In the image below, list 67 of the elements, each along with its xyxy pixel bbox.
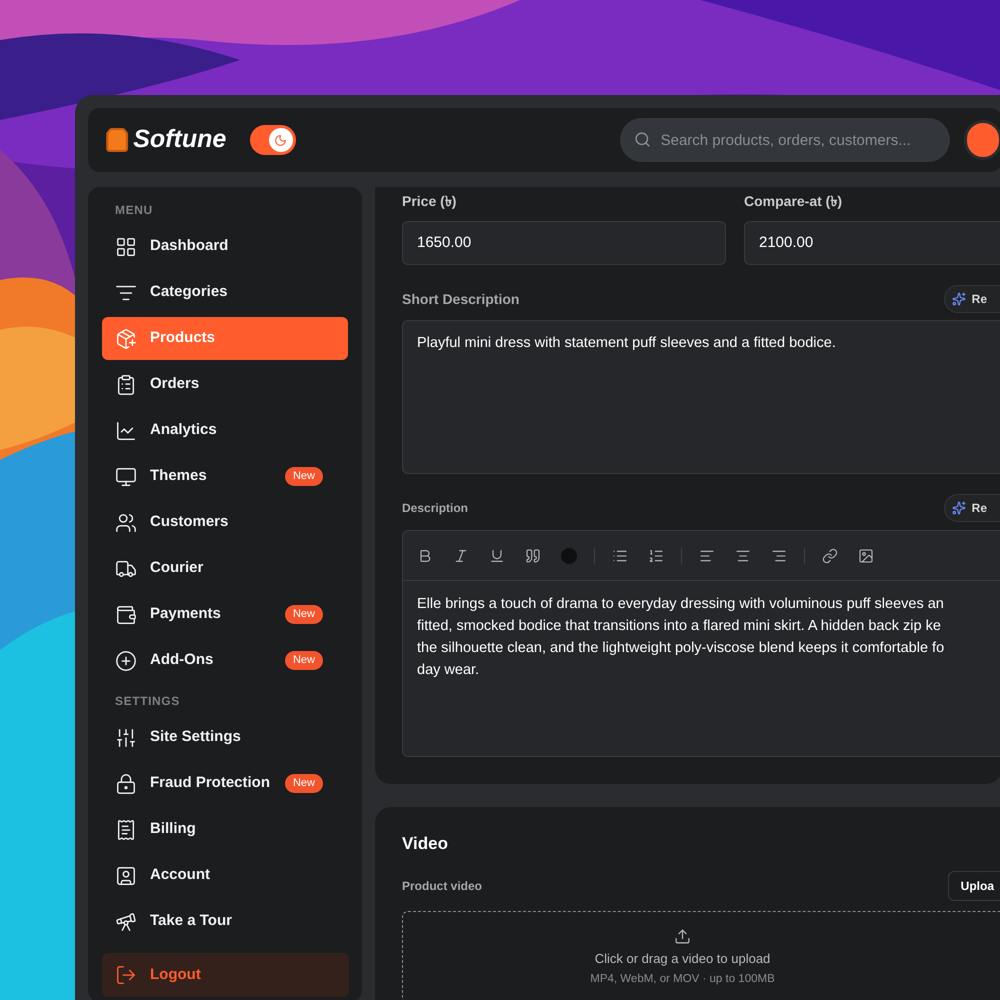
sidebar-item[interactable]: Billing [102, 808, 348, 851]
logout-button[interactable]: Logout [102, 953, 349, 997]
clipboard-icon [115, 374, 137, 396]
quote-icon[interactable] [525, 548, 541, 564]
dropzone-hint: MP4, WebM, or MOV · up to 100MB [590, 972, 775, 987]
price-field[interactable]: 2100.00 [744, 221, 1000, 265]
ai-rewrite-button[interactable]: Re [944, 494, 1000, 522]
section-heading: SETTINGS [114, 693, 181, 710]
sidebar-item[interactable]: Take a Tour [102, 900, 348, 943]
ai-rewrite-button[interactable]: Re [944, 285, 1000, 313]
new-badge: New [284, 774, 323, 793]
search-icon [634, 131, 651, 148]
sidebar-item[interactable]: Categories [102, 271, 348, 314]
sidebar-item[interactable]: Add-Ons New [102, 639, 348, 682]
new-badge: New [284, 605, 323, 624]
receipt-icon [115, 818, 137, 840]
sidebar-item[interactable]: Dashboard [102, 225, 348, 268]
sidebar-item[interactable]: Courier [102, 547, 348, 590]
sidebar-item[interactable]: Site Settings [102, 716, 348, 759]
sidebar-item[interactable]: Analytics [102, 409, 348, 452]
sidebar-item[interactable]: Fraud Protection New [102, 762, 348, 805]
sparkle-icon [952, 501, 966, 515]
underline-icon[interactable] [489, 548, 505, 564]
color-swatch-icon[interactable] [561, 548, 577, 564]
section-title: Video [402, 833, 449, 855]
sidebar-item[interactable]: Orders [102, 363, 348, 406]
user-icon [115, 864, 137, 886]
numbered-list-icon[interactable] [648, 548, 664, 564]
description-text[interactable]: Elle brings a touch of drama to everyday dressing with voluminous puff sleeves an fitted, smocked bodice that transitions into a flared mini skirt. A hidden back zip ke the silhouette clean, and the lightweight poly-viscose blend keeps it comfortable fo day wear. [403, 581, 1000, 681]
short-description-field[interactable]: Playful mini dress with statement puff sleeves and a fitted bodice. [402, 320, 1000, 474]
users-icon [115, 512, 137, 534]
new-badge: New [284, 651, 323, 670]
search-field[interactable]: Search products, orders, customers... [620, 118, 950, 162]
logout-icon [115, 964, 137, 986]
chart-icon [115, 420, 137, 442]
upload-icon [674, 928, 691, 944]
image-icon[interactable] [858, 548, 874, 564]
section-heading: MENU [114, 202, 154, 219]
box-icon [115, 328, 137, 350]
link-icon[interactable] [822, 548, 838, 564]
video-dropzone[interactable]: Click or drag a video to upload MP4, WebM, or MOV · up to 100MB [402, 910, 1000, 1000]
theme-toggle[interactable] [250, 125, 296, 155]
plus-circle-icon [115, 650, 137, 672]
sliders-icon [115, 726, 137, 748]
field-label: Compare-at (৳) [744, 192, 844, 211]
field-label: Price (৳) [402, 192, 458, 211]
logo-text: Softune [133, 124, 226, 156]
sparkle-icon [952, 292, 966, 306]
italic-icon[interactable] [453, 548, 469, 564]
notification-button[interactable] [964, 120, 1000, 160]
grid-icon [115, 236, 137, 258]
price-field[interactable]: 1650.00 [402, 221, 726, 265]
field-label: Product video [402, 878, 482, 894]
lock-icon [115, 772, 137, 794]
upload-button[interactable]: Uploa [948, 870, 1000, 900]
moon-icon [274, 134, 288, 146]
wallet-icon [115, 604, 137, 626]
sidebar-item[interactable]: Account [102, 854, 348, 897]
new-badge: New [284, 467, 323, 486]
sidebar-item[interactable]: Payments New [102, 593, 348, 636]
sidebar-item[interactable]: Themes New [102, 455, 348, 498]
monitor-icon [115, 466, 137, 488]
dropzone-text: Click or drag a video to upload [594, 950, 770, 968]
field-label: Description [402, 500, 468, 517]
telescope-icon [115, 910, 137, 932]
field-label: Short Description [402, 290, 520, 309]
sidebar-item[interactable]: Customers [102, 501, 348, 544]
